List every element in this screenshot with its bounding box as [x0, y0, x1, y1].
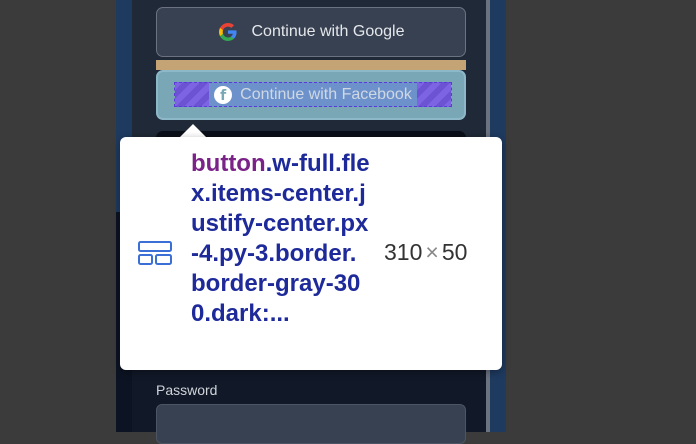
inspector-tooltip: button.w-full.flex.items-center.justify-… — [120, 137, 502, 370]
facebook-button-label-a: Continue with — [240, 85, 342, 103]
facebook-button-margin-highlight — [156, 60, 466, 70]
password-input[interactable] — [156, 404, 466, 444]
password-label: Password — [156, 382, 218, 398]
inspector-selector-tag: button — [191, 150, 266, 177]
facebook-logo-icon: f — [214, 85, 233, 104]
inspector-times-sign: × — [425, 239, 439, 265]
google-logo-icon — [218, 22, 238, 42]
element-grid-icon — [138, 241, 172, 270]
inspector-width: 310 — [384, 239, 423, 265]
inspector-tooltip-arrow — [179, 124, 207, 138]
inspector-dimensions: 310 × 50 — [384, 239, 467, 266]
inspector-height: 50 — [441, 239, 468, 265]
inspector-selector: button.w-full.flex.items-center.justify-… — [191, 149, 371, 329]
google-button-label: Continue with Google — [251, 23, 405, 40]
facebook-button-label-b: Facebook — [341, 85, 412, 103]
facebook-button-content: f Continue with Facebook — [174, 82, 452, 107]
continue-with-google-button[interactable]: Continue with Google — [156, 7, 466, 57]
